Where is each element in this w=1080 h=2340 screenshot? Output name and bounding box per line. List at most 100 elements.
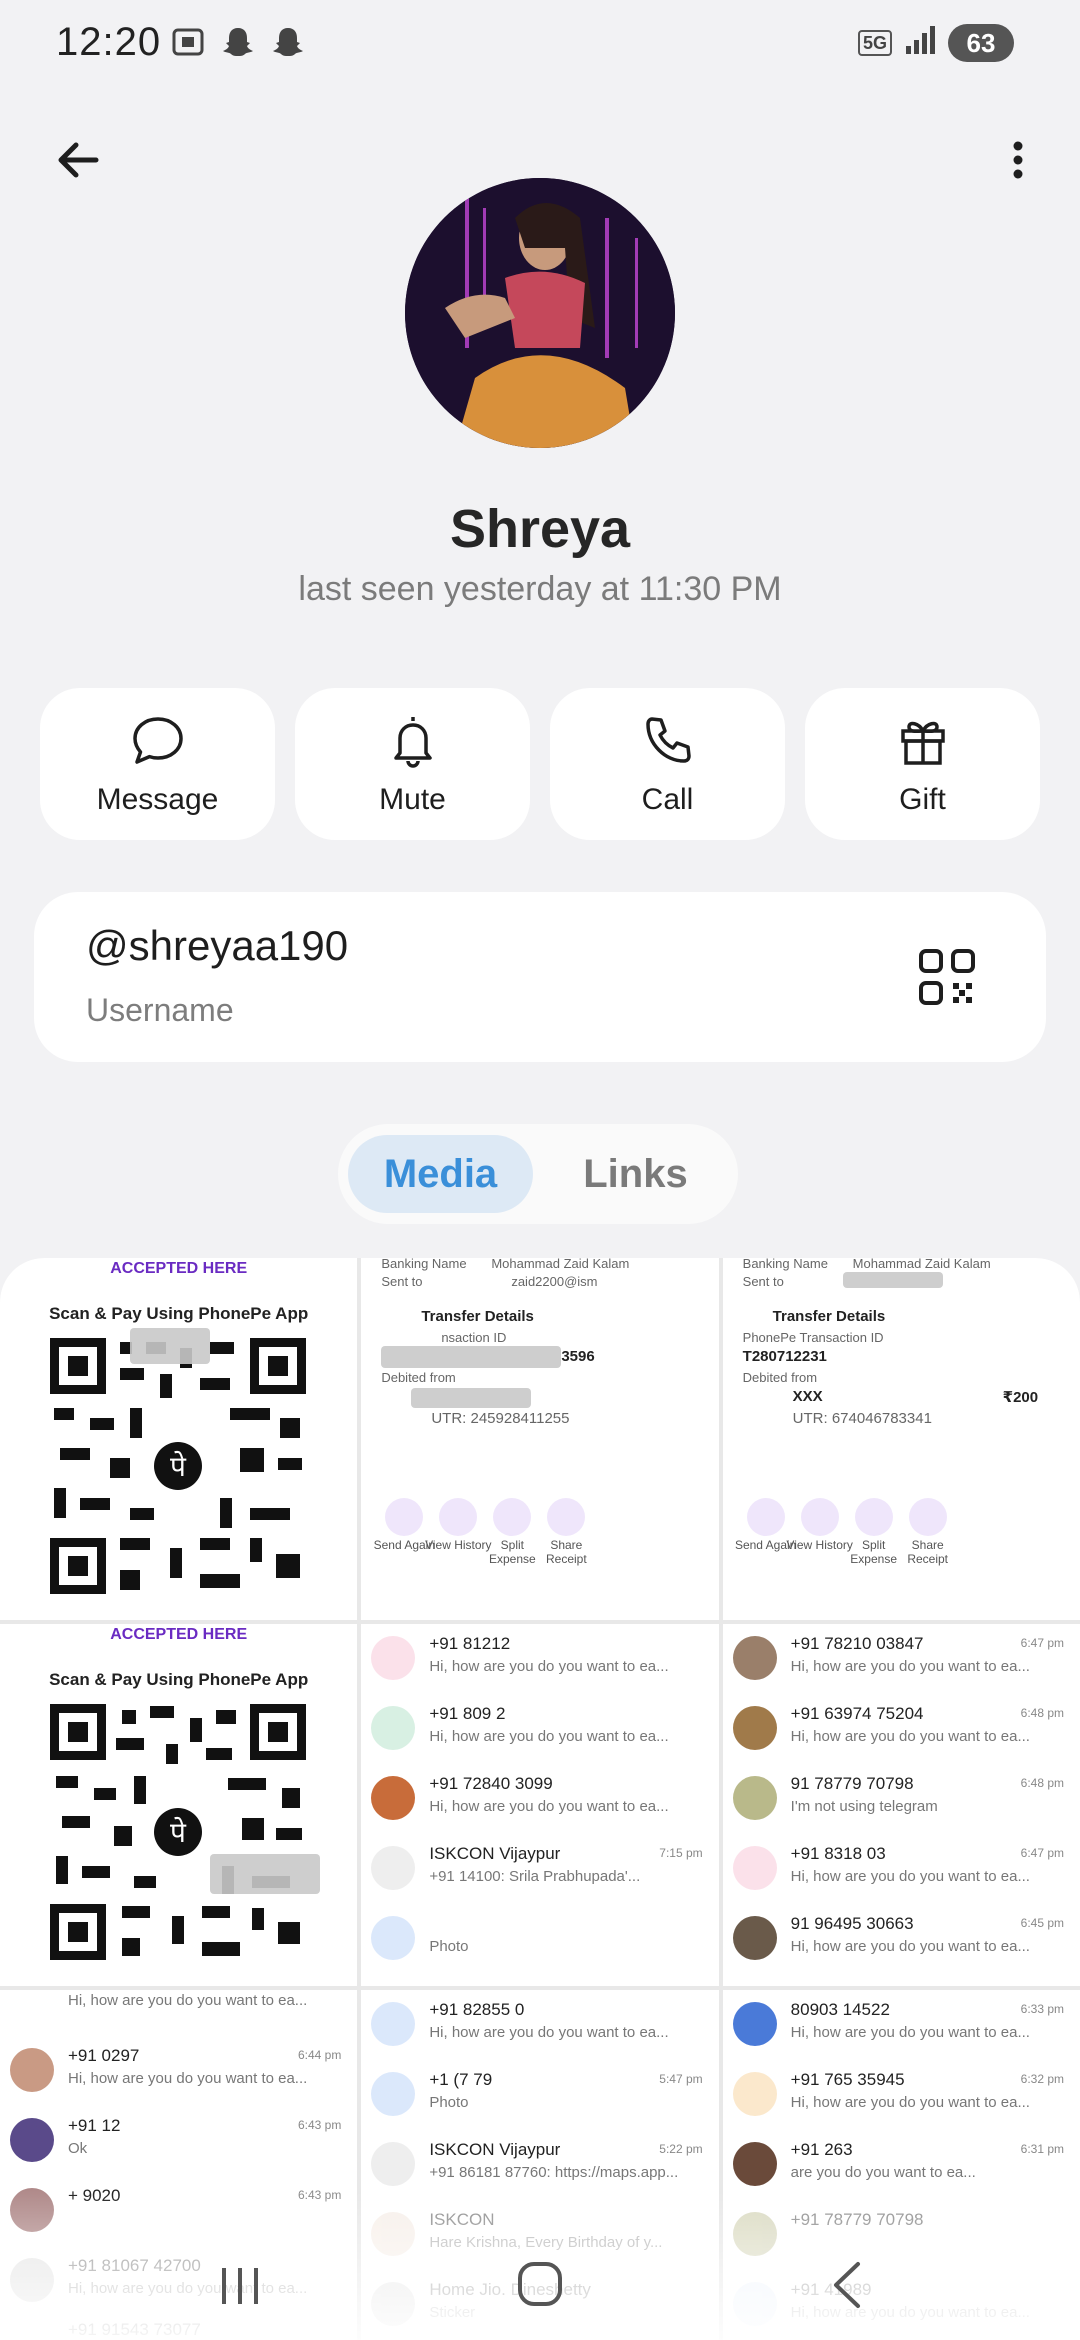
utr-text: UTR: 245928411255 (431, 1410, 570, 1427)
chat-time: 5:47 pm (659, 2072, 703, 2086)
avatar (732, 1706, 777, 1750)
chat-name: +91 263 (790, 2140, 853, 2159)
avatar (371, 1706, 416, 1750)
mute-label: Mute (379, 783, 446, 816)
screenshot-icon (170, 24, 206, 60)
chat-message: Hi, how are you do you want to ea... (429, 1728, 669, 1745)
chat-time: 6:31 pm (1020, 2142, 1064, 2156)
mute-button[interactable]: Mute (295, 688, 530, 840)
share-receipt-label: Share Receipt (545, 1538, 587, 1566)
account-value: XXX (792, 1388, 823, 1405)
redaction-blur (381, 1346, 562, 1368)
media-item[interactable]: ACCEPTED HERE Scan & Pay Using PhonePe A… (0, 1624, 358, 1986)
banking-name-value: Mohammad Zaid Kalam (491, 1258, 630, 1271)
sent-to-value: zaid2200@ism (511, 1274, 598, 1289)
avatar[interactable] (405, 178, 675, 448)
chat-message: Photo (429, 1938, 469, 1955)
chat-name: +91 81212 (429, 1634, 511, 1653)
sent-to-label: Sent to (381, 1274, 423, 1289)
message-bubble-icon (132, 717, 183, 764)
avatar (10, 2188, 54, 2232)
chat-time: 7:15 pm (659, 1846, 703, 1860)
message-button[interactable]: Message (40, 688, 275, 840)
view-history-icon (439, 1498, 478, 1536)
list-item: +91 765 35945 Hi, how are you do you wan… (732, 2064, 1070, 2136)
recent-apps-icon (222, 2268, 258, 2304)
list-item: +91 72840 3099 Hi, how are you do you wa… (371, 1768, 708, 1840)
call-label: Call (641, 783, 694, 816)
list-item: +91 78210 03847 Hi, how are you do you w… (732, 1628, 1070, 1700)
chat-time: 5:22 pm (659, 2142, 703, 2156)
transaction-id-value: 3596 (561, 1348, 595, 1365)
username-caption: Username (86, 992, 234, 1028)
notification-icons (170, 24, 306, 60)
media-item[interactable]: +91 78210 03847 Hi, how are you do you w… (722, 1624, 1080, 1986)
media-item[interactable]: ACCEPTED HERE Scan & Pay Using PhonePe A… (0, 1258, 358, 1620)
avatar (10, 2048, 54, 2092)
chat-time: 6:32 pm (1020, 2072, 1064, 2086)
chat-name: +91 809 2 (429, 1704, 506, 1723)
chat-name: +91 0297 (68, 2046, 140, 2065)
chat-message: Ok (68, 2140, 88, 2157)
tab-media[interactable]: Media (348, 1135, 533, 1213)
home-button[interactable] (500, 2250, 580, 2320)
media-item[interactable]: Banking Name Mohammad Zaid Kalam Sent to… (361, 1258, 719, 1620)
qr-code-button[interactable] (918, 948, 976, 1006)
recent-apps-button[interactable] (200, 2250, 280, 2320)
list-item: Hi, how are you do you want to ea... (10, 1990, 347, 2022)
snapchat-icon (270, 24, 306, 60)
username-card[interactable]: @shreyaa190 Username (34, 892, 1046, 1062)
transaction-id-value: T280712231 (742, 1348, 827, 1365)
list-item: 91 78779 70798 I'm not using telegram 6:… (732, 1768, 1070, 1840)
transfer-details-title: Transfer Details (421, 1308, 534, 1325)
network-type: 5G (857, 29, 892, 56)
chat-message: Hi, how are you do you want to ea... (68, 2070, 308, 2087)
more-options-button[interactable] (980, 130, 1040, 190)
phonepe-header: ACCEPTED HERE (110, 1260, 248, 1277)
arrow-left-icon (58, 142, 99, 178)
list-item: +91 263 are you do you want to ea... 6:3… (732, 2134, 1070, 2206)
chat-time: 6:43 pm (297, 2118, 342, 2132)
system-indicators: 5G 63 (857, 22, 1014, 63)
chat-message: Hi, how are you do you want to ea... (790, 1658, 1030, 1675)
utr-text: UTR: 674046783341 (792, 1410, 932, 1427)
chat-name: ISKCON Vijaypur (429, 1844, 561, 1863)
list-item: +91 809 2 Hi, how are you do you want to… (371, 1698, 708, 1770)
chat-message: Hi, how are you do you want to ea... (790, 1728, 1030, 1745)
split-expense-icon (493, 1498, 532, 1536)
media-item[interactable]: Banking Name Mohammad Zaid Kalam Sent to… (722, 1258, 1080, 1620)
chat-message: Hi, how are you do you want to ea... (68, 1992, 308, 2009)
chat-time: 6:44 pm (297, 2048, 342, 2062)
avatar (371, 1846, 416, 1890)
chat-message: Hi, how are you do you want to ea... (429, 1798, 669, 1815)
list-item: +91 12 Ok 6:43 pm (10, 2110, 347, 2182)
avatar (732, 1636, 777, 1680)
tab-links[interactable]: Links (543, 1135, 728, 1213)
share-receipt-icon (547, 1498, 586, 1536)
list-item: +1 (7 79 Photo 5:47 pm (371, 2064, 708, 2136)
banking-name-label: Banking Name (742, 1258, 828, 1271)
system-navigation-bar (0, 2230, 1080, 2340)
signal-icon (902, 22, 938, 63)
avatar (732, 2002, 777, 2046)
media-tabs: Media Links (338, 1124, 738, 1224)
chat-name: +1 (7 79 (429, 2070, 493, 2089)
amount-value: ₹200 (1002, 1389, 1039, 1406)
media-item[interactable]: +91 81212 Hi, how are you do you want to… (361, 1624, 719, 1986)
bell-icon (393, 717, 432, 768)
call-button[interactable]: Call (550, 688, 785, 840)
gift-button[interactable]: Gift (805, 688, 1040, 840)
list-item: ISKCON Vijaypur +91 14100: Srila Prabhup… (371, 1838, 708, 1910)
view-history-icon (800, 1498, 839, 1536)
contact-name: Shreya (449, 499, 631, 559)
chat-time: 6:43 pm (297, 2188, 342, 2202)
chat-name: + 9020 (68, 2186, 121, 2205)
back-button[interactable] (48, 130, 108, 190)
phone-icon (645, 717, 691, 763)
transaction-id-label: PhonePe Transaction ID (742, 1330, 884, 1345)
status-time: 12:20 (56, 20, 162, 64)
chat-name: +91 78779 70798 (790, 2210, 924, 2229)
back-nav-button[interactable] (808, 2250, 888, 2320)
send-again-icon (746, 1498, 785, 1536)
debited-from-label: Debited from (381, 1370, 456, 1385)
